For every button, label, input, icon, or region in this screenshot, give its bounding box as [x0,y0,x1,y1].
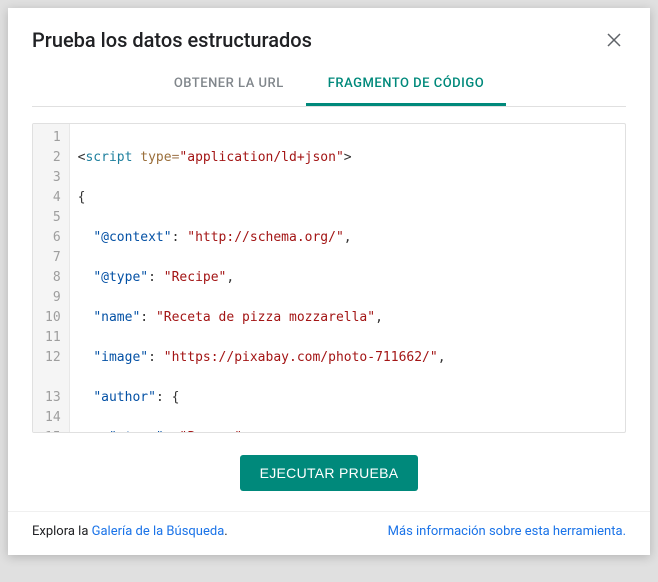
code-content[interactable]: <script type="application/ld+json"> { "@… [70,124,625,432]
tabs: OBTENER LA URL FRAGMENTO DE CÓDIGO [32,62,626,107]
dialog-header: Prueba los datos estructurados [8,8,650,62]
actions: EJECUTAR PRUEBA [8,433,650,511]
structured-data-dialog: Prueba los datos estructurados OBTENER L… [8,8,650,555]
more-info-link[interactable]: Más información sobre esta herramienta. [388,524,626,539]
tab-fetch-url[interactable]: OBTENER LA URL [152,62,306,106]
dialog-footer: Explora la Galería de la Búsqueda. Más i… [8,511,650,555]
line-gutter: 1 2 3 4 5 6 7 8 9 10 11 12 13 14 15 [33,124,70,432]
close-icon[interactable] [602,28,626,52]
footer-explore: Explora la Galería de la Búsqueda. [32,524,228,539]
code-editor[interactable]: 1 2 3 4 5 6 7 8 9 10 11 12 13 14 15 <scr… [32,123,626,433]
tab-code-snippet[interactable]: FRAGMENTO DE CÓDIGO [306,62,506,106]
run-test-button[interactable]: EJECUTAR PRUEBA [240,455,419,491]
gallery-link[interactable]: Galería de la Búsqueda [92,524,225,539]
dialog-title: Prueba los datos estructurados [32,28,312,52]
